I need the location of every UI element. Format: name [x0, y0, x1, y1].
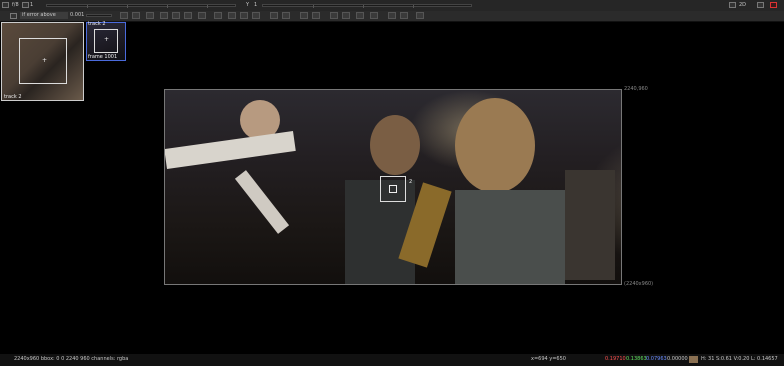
thumbnail-label: track 2: [4, 94, 22, 100]
musician-head: [455, 98, 535, 193]
settings-d-button[interactable]: [370, 12, 378, 19]
close-icon[interactable]: [770, 2, 777, 8]
viewer-toolbar: if error above 0.001: [0, 11, 784, 22]
hsv-readout: H: 31 S:0.61 V:0.20 L: 0.14657: [701, 356, 778, 362]
tracker-label: 2: [409, 179, 413, 185]
format-info: 2240x960 bbox: 0 0 2240 960 channels: rg…: [14, 356, 129, 362]
uniform: [455, 190, 565, 284]
track-forward-button[interactable]: [252, 12, 260, 19]
zoom-out-button[interactable]: [400, 12, 408, 19]
blend-mode-select[interactable]: if error above: [20, 12, 68, 19]
crosshair-icon: +: [104, 36, 110, 43]
track-back-button[interactable]: [214, 12, 222, 19]
crosshair-icon: +: [42, 57, 48, 64]
track-next-button[interactable]: [240, 12, 248, 19]
y-slider[interactable]: [262, 4, 472, 8]
sheet-music: [234, 170, 290, 234]
track-thumbnail-2[interactable]: track 2 + frame 1001: [86, 21, 126, 61]
stop-button[interactable]: [146, 12, 154, 19]
keyframe-add-button[interactable]: [270, 12, 278, 19]
settings-b-button[interactable]: [342, 12, 350, 19]
gain-slider[interactable]: [86, 14, 112, 17]
zoom-in-button[interactable]: [388, 12, 396, 19]
viewer-image[interactable]: 2: [164, 89, 622, 285]
keyframe-remove-button[interactable]: [282, 12, 290, 19]
pixel-color-swatch: [689, 356, 698, 363]
track-pattern-box: +: [19, 38, 67, 84]
settings-c-button[interactable]: [356, 12, 364, 19]
track-pattern-box: +: [94, 29, 118, 53]
frame-value[interactable]: 1: [30, 2, 33, 9]
view-mode[interactable]: 2D: [739, 2, 746, 9]
format-bottom-label: (2240x960): [624, 281, 654, 287]
tracker-center-icon: [389, 185, 397, 193]
frame-menu-icon[interactable]: [22, 2, 29, 8]
tracker-box[interactable]: 2: [380, 176, 412, 202]
layout-icon[interactable]: [729, 2, 736, 8]
center-button[interactable]: [300, 12, 308, 19]
channel-icon[interactable]: [2, 2, 9, 8]
pixel-blue-value: 0.07963: [646, 356, 667, 362]
tool-icon[interactable]: [10, 13, 17, 19]
thumbnail-frame-label: frame 1001: [88, 54, 118, 60]
more-button[interactable]: [416, 12, 424, 19]
musician-head: [370, 115, 420, 175]
format-top-label: 2240,960: [624, 86, 648, 92]
background-musician: [565, 170, 615, 280]
track-thumbnail-1[interactable]: + track 2: [1, 22, 84, 101]
thumbnail-label: track 2: [88, 21, 106, 27]
settings-a-button[interactable]: [330, 12, 338, 19]
y-label: Y: [246, 2, 250, 8]
cursor-coords: x=694 y=650: [531, 356, 566, 362]
settings-icon[interactable]: [757, 2, 764, 8]
transform-button[interactable]: [312, 12, 320, 19]
step-forward-button[interactable]: [184, 12, 192, 19]
prev-key-button[interactable]: [132, 12, 140, 19]
skip-end-button[interactable]: [198, 12, 206, 19]
track-prev-button[interactable]: [228, 12, 236, 19]
pixel-red-value: 0.19710: [605, 356, 626, 362]
step-back-button[interactable]: [160, 12, 168, 19]
pixel-alpha-value: 0.00000: [667, 356, 688, 362]
y-value[interactable]: 1: [254, 2, 257, 9]
gain-value[interactable]: 0.001: [70, 12, 84, 19]
status-bar: 2240x960 bbox: 0 0 2240 960 channels: rg…: [0, 354, 784, 366]
skip-start-button[interactable]: [120, 12, 128, 19]
pixel-green-value: 0.13863: [626, 356, 647, 362]
x-slider[interactable]: [46, 4, 236, 8]
channel-value[interactable]: f/8: [12, 2, 19, 9]
play-button[interactable]: [172, 12, 180, 19]
sheet-music: [165, 131, 296, 169]
